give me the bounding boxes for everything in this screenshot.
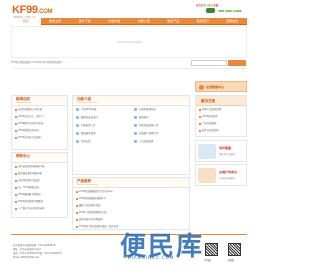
news-panel: 新闻动态 Company News 在线升级服务公司开通 KF99信息公告：这次下… — [11, 95, 68, 150]
products-subtitle: Product Recommend — [77, 184, 98, 186]
promo-title: 为开发者 — [219, 146, 232, 150]
feature-icon — [134, 140, 137, 143]
list-item[interactable]: 产品开发教程 — [196, 120, 246, 127]
solutions-panel: 解决方案 具体产品使用说明 KF99使用指南 产品开发教程 软件开发者使用 — [195, 95, 247, 137]
feature-item[interactable]: 手机KF99功能 — [73, 106, 131, 114]
service-center-button[interactable]: 在线客服中心 — [195, 81, 247, 92]
feature-item[interactable]: 数据库安装支持 — [73, 114, 131, 122]
main-nav: 首页 服务业务 客户下载 市场价格 功能介绍 更多产品 联系我们 招聘信息 — [11, 17, 248, 25]
list-item[interactable]: KF99使用指南 — [196, 113, 246, 120]
features-subtitle: Function Introduction — [77, 102, 99, 104]
watermark-url: BIANMINKU.COM — [128, 255, 175, 260]
nav-item-jobs[interactable]: 招聘信息 — [218, 19, 248, 23]
feature-item[interactable]: 完善的管理系统 — [131, 106, 189, 114]
features-panel: 功能介绍 Function Introduction 手机KF99功能 完善的管理… — [72, 95, 190, 175]
feature-item[interactable]: 数据备份管理 — [73, 130, 131, 138]
nav-item-products[interactable]: 更多产品 — [159, 19, 189, 23]
feature-icon — [134, 108, 137, 111]
solutions-list: 具体产品使用说明 KF99使用指南 产品开发教程 软件开发者使用 — [196, 106, 246, 134]
feature-item[interactable]: 系统负载 — [73, 138, 131, 146]
list-item[interactable]: 使用功能齐全的新版本 — [73, 216, 189, 223]
promo-subtitle: 专业的开发服务 — [219, 177, 236, 180]
feature-item[interactable]: 数据监控 — [131, 114, 189, 122]
feature-item[interactable]: 功能配置工具 — [73, 122, 131, 130]
hotline-number: 400-008-1288 — [218, 9, 242, 13]
feature-item[interactable]: 人员权限设置 — [131, 138, 189, 146]
feature-icon — [76, 140, 79, 143]
list-item[interactable]: 向... KF99报表修改 — [12, 184, 67, 191]
headset-icon — [199, 85, 204, 90]
news-list: 在线升级服务公司开通 KF99信息公告：这次下... KF99新用户获得开发者.… — [12, 106, 67, 141]
feature-icon — [76, 124, 79, 127]
flash-banner: Couldn't load plugin. — [11, 26, 247, 58]
promo-subtitle: 提供全方位服务 — [219, 153, 236, 156]
list-item[interactable]: KF99在线客服高级版2.0 — [73, 195, 189, 202]
feature-icon — [76, 116, 79, 119]
nav-item-contact[interactable]: 联系我们 — [188, 19, 218, 23]
qr-code-mobile — [205, 243, 218, 256]
nav-item-download[interactable]: 客户下载 — [70, 19, 100, 23]
list-item[interactable]: 服务器设置的基础功能 — [12, 170, 67, 177]
list-item[interactable]: KF99免费试用活动... — [12, 127, 67, 134]
promo-image — [198, 144, 216, 159]
list-item[interactable]: 具体产品使用说明 — [196, 106, 246, 113]
list-item[interactable]: 软件开发者使用 — [196, 127, 246, 134]
solutions-title: 解决方案 — [201, 99, 215, 103]
list-item[interactable]: KF99编辑器下载地址 — [12, 191, 67, 198]
list-item[interactable]: 最新上线的报价系统 — [73, 202, 189, 209]
qr-label-mobile: 手机版 — [204, 259, 211, 262]
feature-icon — [76, 108, 79, 111]
promo-image — [198, 168, 216, 183]
help-list: 如何安装服务器和客户端 服务器设置的基础功能 如何添加客户和设置 向... KF… — [12, 163, 67, 212]
nav-item-services[interactable]: 服务业务 — [41, 19, 71, 23]
features-grid: 手机KF99功能 完善的管理系统 数据库安装支持 数据监控 功能配置工具 系统连… — [73, 106, 189, 146]
feature-icon — [134, 116, 137, 119]
list-item[interactable]: KF99新用户获得开发者... — [12, 120, 67, 127]
search-input[interactable] — [191, 60, 227, 66]
list-item[interactable]: KF99开发者大会招募... — [12, 134, 67, 141]
feature-item[interactable]: 系统连接管理工具 — [131, 122, 189, 130]
qr-code-download — [228, 243, 241, 256]
products-list: KF99在线客服软件完全开放api KF99在线客服高级版2.0 最新上线的报价… — [73, 188, 189, 230]
feature-icon — [134, 132, 137, 135]
help-title: 帮助中心 — [16, 154, 30, 158]
news-subtitle: Company News — [16, 102, 32, 104]
list-item[interactable]: 一个账号可以同时登录吗 — [12, 205, 67, 212]
list-item[interactable]: 如何添加客户和设置 — [12, 177, 67, 184]
divider — [11, 68, 247, 69]
promo-title: 以用户为中心 — [219, 170, 238, 174]
footer-contact: 北京景德中心服务热线：010-12345678 地址：北京市海淀区中关村 电话：… — [13, 244, 62, 259]
list-item[interactable]: KF99一体化管理解决方案 — [73, 209, 189, 216]
list-item[interactable]: KF99在线客服软件完全开放api — [73, 188, 189, 195]
list-item[interactable]: KF99常用配置问题解决 — [12, 198, 67, 205]
service-center-label: 在线客服中心 — [206, 85, 225, 89]
help-panel: 帮助中心 如何安装服务器和客户端 服务器设置的基础功能 如何添加客户和设置 向.… — [11, 152, 68, 218]
nav-item-price[interactable]: 市场价格 — [100, 19, 130, 23]
qr-label-download: 下载版 — [227, 259, 234, 262]
promo-banner-1[interactable]: 为开发者 提供全方位服务 — [195, 140, 247, 162]
list-item[interactable]: 在线升级服务公司开通 — [12, 106, 67, 113]
list-item[interactable]: 如何安装服务器和客户端 — [12, 163, 67, 170]
list-item[interactable]: KF99信息公告：这次下... — [12, 113, 67, 120]
promo-banner-2[interactable]: 以用户为中心 专业的开发服务 — [195, 164, 247, 186]
plugin-error-text: Couldn't load plugin. — [117, 41, 143, 44]
feature-icon — [134, 124, 137, 127]
nav-item-home[interactable]: 首页 — [11, 17, 41, 25]
search-button[interactable] — [228, 60, 246, 66]
feature-icon — [76, 132, 79, 135]
top-links[interactable]: 设为首页 | 加入收藏 — [196, 3, 218, 7]
news-ticker[interactable]: KF99在线商城客户2010年5月1日开放新版本…… — [11, 60, 188, 65]
phone-icon — [206, 8, 215, 13]
products-panel: 产品推荐 Product Recommend KF99在线客服软件完全开放api … — [72, 177, 190, 230]
feature-item[interactable]: 在线客户管理平台 — [131, 130, 189, 138]
nav-item-features[interactable]: 功能介绍 — [129, 19, 159, 23]
